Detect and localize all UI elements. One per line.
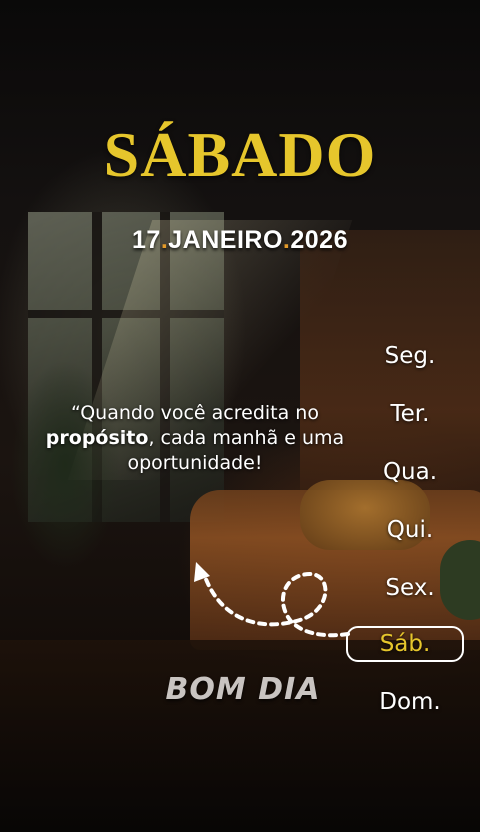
weekday-monday: Seg. — [384, 343, 436, 369]
weekday-saturday-highlighted: Sáb. — [346, 626, 464, 662]
greeting-text: BOM DIA — [165, 672, 321, 707]
weekday-tuesday: Ter. — [390, 401, 430, 427]
date-day: 17 — [132, 226, 161, 254]
date-year: 2026 — [290, 226, 348, 254]
quote-part-1: “Quando você acredita no — [71, 402, 319, 424]
date-line: 17.JANEIRO.2026 — [0, 226, 480, 255]
motivational-quote: “Quando você acredita no propósito, cada… — [30, 401, 360, 476]
quote-part-2: , cada manhã e uma oportunidade! — [127, 427, 345, 474]
weekday-list: Seg. Ter. Qua. Qui. Sex. Sáb. Dom. — [346, 336, 468, 740]
weekday-thursday: Qui. — [386, 517, 434, 543]
date-month: JANEIRO — [168, 226, 283, 254]
day-title: SÁBADO — [103, 119, 377, 190]
dotted-arrow-icon — [194, 562, 350, 638]
weekday-sunday: Dom. — [379, 689, 441, 715]
weekday-friday: Sex. — [385, 575, 435, 601]
quote-bold-word: propósito — [45, 427, 149, 449]
weekday-wednesday: Qua. — [382, 459, 438, 485]
